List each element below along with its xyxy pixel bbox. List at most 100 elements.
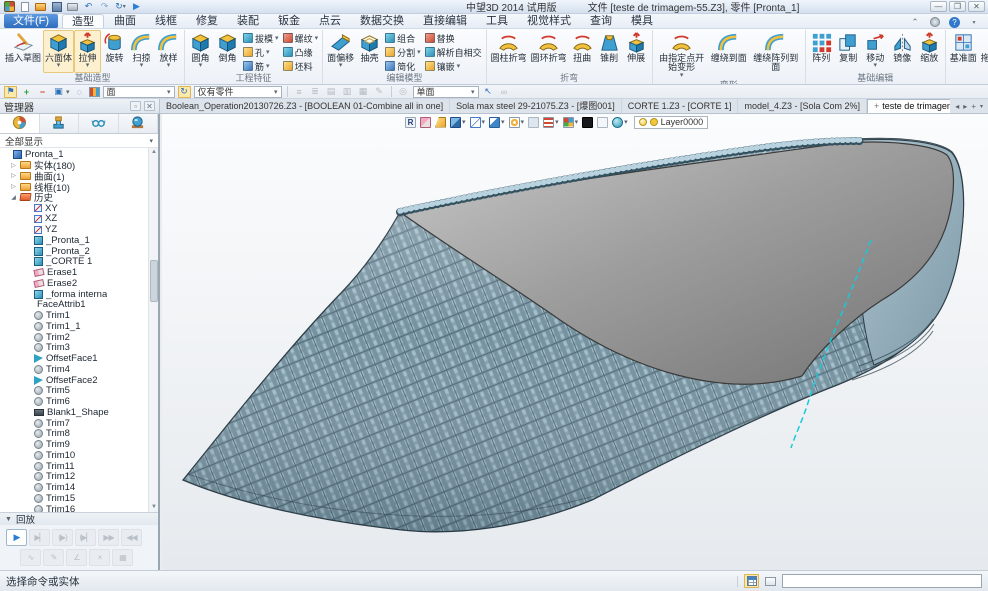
shaded-mode-icon[interactable]	[450, 117, 461, 128]
divide-button[interactable]: 分割▾	[383, 45, 423, 59]
tree-folder-history[interactable]: ◢历史	[0, 192, 148, 203]
regen-icon[interactable]: ↻▾	[114, 1, 127, 12]
replace-button[interactable]: 替换	[423, 31, 484, 45]
extrude-button[interactable]: 拉伸▾	[74, 30, 101, 73]
taper-button[interactable]: 锥削	[596, 30, 623, 73]
tree-item[interactable]: OffsetFace2	[0, 375, 148, 386]
rib-button[interactable]: 筋▾	[241, 59, 281, 73]
tree-item[interactable]: _CORTE 1	[0, 257, 148, 268]
shoe-body[interactable]	[183, 139, 964, 532]
tree-item[interactable]: Trim6	[0, 396, 148, 407]
step-forward-button[interactable]: ▶▏	[29, 529, 50, 546]
view-restore-icon[interactable]: R	[405, 117, 416, 128]
tree-item[interactable]: Trim12	[0, 472, 148, 483]
tree-item[interactable]: Erase1	[0, 267, 148, 278]
doc-tab[interactable]: Boolean_Operation20130726.Z3 - [BOOLEAN …	[160, 99, 450, 113]
tree-item[interactable]: Trim1_1	[0, 321, 148, 332]
tree-folder[interactable]: ▷线框(10)	[0, 181, 148, 192]
face-mode-combo[interactable]: 单面▾	[413, 86, 479, 98]
tree-item[interactable]: Trim8	[0, 429, 148, 440]
tree-item[interactable]: Trim14	[0, 482, 148, 493]
tab-list-icon[interactable]: ▾	[980, 103, 983, 110]
menu-item-6[interactable]: 钣金	[269, 14, 309, 28]
layer-combo[interactable]: Layer0000	[634, 116, 709, 129]
play-to-button[interactable]: (▶▏	[75, 529, 96, 546]
menu-item-12[interactable]: 查询	[581, 14, 621, 28]
note-icon[interactable]	[763, 574, 778, 588]
add-pick-icon[interactable]: +	[20, 86, 33, 98]
stock-button[interactable]: 坯料	[281, 59, 321, 73]
combine-button[interactable]: 组合	[383, 31, 423, 45]
swatch-icon[interactable]	[528, 117, 539, 128]
black-color-icon[interactable]	[582, 117, 593, 128]
tree-item[interactable]: YZ	[0, 224, 148, 235]
3d-viewport[interactable]: R▾▾▾▾▾▾▾Layer0000	[162, 114, 988, 570]
menu-item-11[interactable]: 视觉样式	[518, 14, 580, 28]
tree-item[interactable]: XY	[0, 203, 148, 214]
tiles-display-icon[interactable]	[563, 117, 574, 128]
tree-item[interactable]: Trim10	[0, 450, 148, 461]
doc-tab[interactable]: model_4.Z3 - [Sola Com 2%]	[738, 99, 867, 113]
entity-filter-combo[interactable]: 面▾	[103, 86, 175, 98]
frame-color-icon[interactable]	[597, 117, 608, 128]
tree-display-filter[interactable]: 全部显示 ▾	[0, 134, 158, 148]
wireframe-mode-icon[interactable]	[470, 117, 481, 128]
help-icon[interactable]: ?	[949, 17, 960, 28]
new-tab-icon[interactable]: +	[971, 102, 976, 111]
copy-button[interactable]: 复制	[835, 30, 862, 73]
shell-button[interactable]: 抽壳	[356, 30, 383, 73]
paste-edge-icon[interactable]: ▥	[341, 86, 354, 98]
new-file-icon[interactable]	[18, 1, 31, 12]
delete-tool-button[interactable]: ×	[89, 549, 110, 566]
wrap-array-button[interactable]: 缠绕阵列到面	[749, 30, 803, 80]
twist-button[interactable]: 扭曲	[569, 30, 596, 73]
scrollbar-thumb[interactable]	[150, 260, 158, 302]
paste-face-icon[interactable]: ▤	[325, 86, 338, 98]
menu-item-7[interactable]: 点云	[310, 14, 350, 28]
tree-item[interactable]: Trim3	[0, 343, 148, 354]
tree-caret-icon[interactable]: ▷	[10, 172, 17, 179]
panel-close-icon[interactable]: ✕	[144, 101, 155, 111]
chamfer-button[interactable]: 倒角	[214, 30, 241, 73]
options-icon[interactable]	[929, 16, 941, 28]
filter-grid-icon[interactable]	[744, 574, 759, 588]
tab-scroll-right-icon[interactable]: ▸	[963, 102, 967, 111]
torus-bend-button[interactable]: 圆环折弯	[529, 30, 569, 73]
pick-filter-icon[interactable]: ⚑	[4, 86, 17, 98]
tab-scroll-left-icon[interactable]: ◂	[955, 102, 959, 111]
tree-item[interactable]: Trim11	[0, 461, 148, 472]
align-row-icon[interactable]: ≣	[309, 86, 322, 98]
play-button[interactable]: ▶	[6, 529, 27, 546]
render-tab-tab[interactable]	[119, 114, 159, 133]
menu-item-8[interactable]: 数据交换	[351, 14, 413, 28]
tree-caret-icon[interactable]: ▷	[10, 183, 17, 190]
datum-plane-button[interactable]: 基准面	[948, 30, 979, 73]
minimize-button[interactable]: —	[930, 1, 947, 12]
assembly-tab-tab[interactable]	[40, 114, 80, 133]
help-caret-icon[interactable]: ▾	[968, 16, 980, 28]
undo-icon[interactable]: ↶	[82, 1, 95, 12]
tree-item[interactable]: Trim5	[0, 386, 148, 397]
command-input[interactable]	[782, 574, 982, 588]
tree-caret-icon[interactable]: ▷	[10, 162, 17, 169]
play-icon[interactable]: ▶	[130, 1, 143, 12]
lasso-pick-icon[interactable]: ◌	[73, 86, 86, 98]
doc-tab[interactable]: CORTE 1.Z3 - [CORTE 1]	[622, 99, 739, 113]
target-pick-icon[interactable]: ◎	[397, 86, 410, 98]
tree-item[interactable]: FaceAttrib1	[0, 300, 148, 311]
lip-button[interactable]: 凸缘	[281, 45, 321, 59]
menu-item-file[interactable]: 文件(F)	[4, 14, 58, 28]
tree-item[interactable]: Erase2	[0, 278, 148, 289]
thread-button[interactable]: 螺纹▾	[281, 31, 321, 45]
scale-button[interactable]: 缩放	[916, 30, 943, 73]
tree-caret-icon[interactable]: ◢	[10, 194, 17, 201]
doc-tab[interactable]: +teste de trimagem-55.Z3 - [Pronta_1]×	[867, 99, 950, 113]
drag-datum-button[interactable]: 拖拽基准面	[979, 30, 988, 73]
emboss-button[interactable]: 镶嵌▾	[423, 59, 484, 73]
minimize-ribbon-icon[interactable]: ⌃	[909, 16, 921, 28]
doc-tab[interactable]: Sola max steel 29-21075.Z3 - [爆图001]	[450, 99, 622, 113]
menu-item-3[interactable]: 线框	[146, 14, 186, 28]
menu-item-1[interactable]: 造型	[62, 14, 104, 28]
tree-item[interactable]: _Pronta_1	[0, 235, 148, 246]
save-icon[interactable]	[50, 1, 63, 12]
